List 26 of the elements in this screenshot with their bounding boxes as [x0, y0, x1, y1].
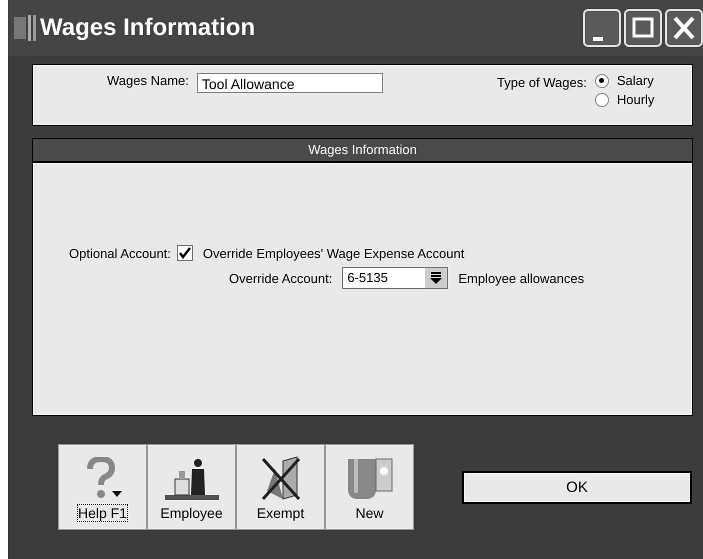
radio-option[interactable]: Hourly: [594, 92, 654, 107]
account-description: Employee allowances: [458, 270, 584, 286]
minimize-button[interactable]: [583, 9, 621, 47]
dropdown-arrow-icon: [430, 271, 442, 285]
wages-name-field[interactable]: Tool Allowance: [196, 73, 383, 93]
close-button[interactable]: [665, 9, 703, 47]
field-label: Wages Name:: [107, 73, 189, 88]
override-checkbox[interactable]: Override Employees' Wage Expense Account: [176, 245, 464, 261]
radio-option[interactable]: Salary: [594, 73, 654, 88]
window-title: Wages Information: [40, 14, 256, 42]
checkmark-icon: [178, 247, 191, 259]
field-label: Type of Wages:: [497, 75, 587, 90]
person-at-desk-icon: [162, 457, 220, 501]
sparkle-folder-icon: [346, 457, 394, 501]
toolbar-button[interactable]: Help F1: [58, 444, 147, 530]
app-icon: [14, 15, 36, 41]
maximize-button[interactable]: [624, 9, 662, 47]
minimize-icon: [593, 37, 603, 41]
section-header: Wages Information: [32, 138, 693, 162]
ok-button[interactable]: OK: [462, 470, 692, 504]
toolbar-button[interactable]: Exempt: [236, 444, 325, 530]
toolbar-button[interactable]: Employee: [147, 444, 236, 530]
account-combo[interactable]: 6-5135: [342, 267, 448, 289]
toolbar-button[interactable]: New: [325, 444, 414, 530]
field-label: Override Account:: [229, 270, 332, 286]
field-label: Optional Account:: [69, 246, 171, 260]
